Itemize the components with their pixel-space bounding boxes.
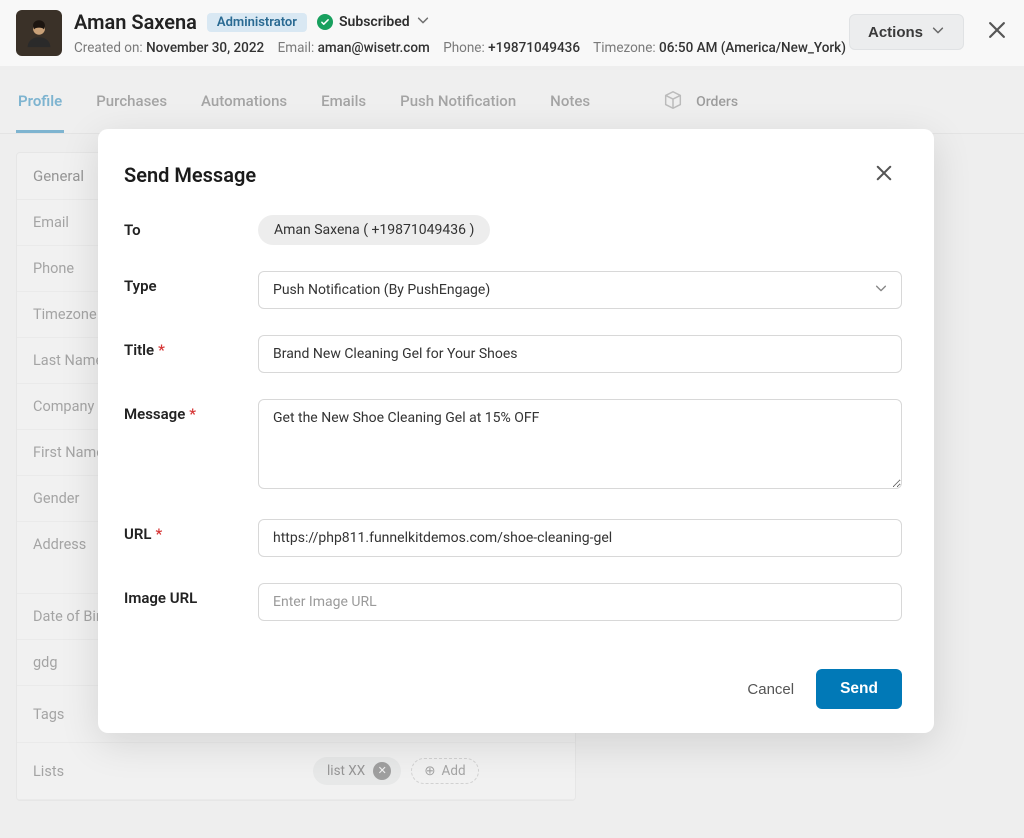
label-image-url: Image URL (124, 583, 258, 607)
subscribed-badge[interactable]: Subscribed (317, 13, 430, 31)
modal-title: Send Message (124, 163, 256, 187)
close-icon[interactable] (986, 19, 1008, 45)
role-badge: Administrator (207, 13, 307, 32)
send-message-modal: Send Message To Aman Saxena ( +198710494… (98, 129, 934, 733)
message-textarea[interactable]: Get the New Shoe Cleaning Gel at 15% OFF (258, 399, 902, 489)
send-button[interactable]: Send (816, 669, 902, 709)
avatar (16, 10, 62, 56)
cancel-button[interactable]: Cancel (747, 681, 794, 698)
header-meta: Created on: November 30, 2022 Email: ama… (74, 40, 849, 56)
label-message: Message* (124, 399, 258, 423)
person-icon (22, 16, 56, 50)
url-input[interactable] (258, 519, 902, 557)
label-title: Title* (124, 335, 258, 359)
page-header: Aman Saxena Administrator Subscribed Cre… (0, 0, 1024, 70)
label-type: Type (124, 271, 258, 295)
type-select[interactable]: Push Notification (By PushEngage) (258, 271, 902, 309)
user-name: Aman Saxena (74, 10, 197, 34)
title-input[interactable] (258, 335, 902, 373)
actions-button[interactable]: Actions (849, 14, 964, 50)
chevron-down-icon (931, 23, 945, 41)
label-to: To (124, 215, 258, 239)
modal-close-button[interactable] (874, 163, 902, 187)
check-badge-icon (317, 14, 333, 30)
label-url: URL* (124, 519, 258, 543)
chevron-down-icon (416, 13, 430, 31)
image-url-input[interactable] (258, 583, 902, 621)
recipient-chip: Aman Saxena ( +19871049436 ) (258, 215, 490, 245)
